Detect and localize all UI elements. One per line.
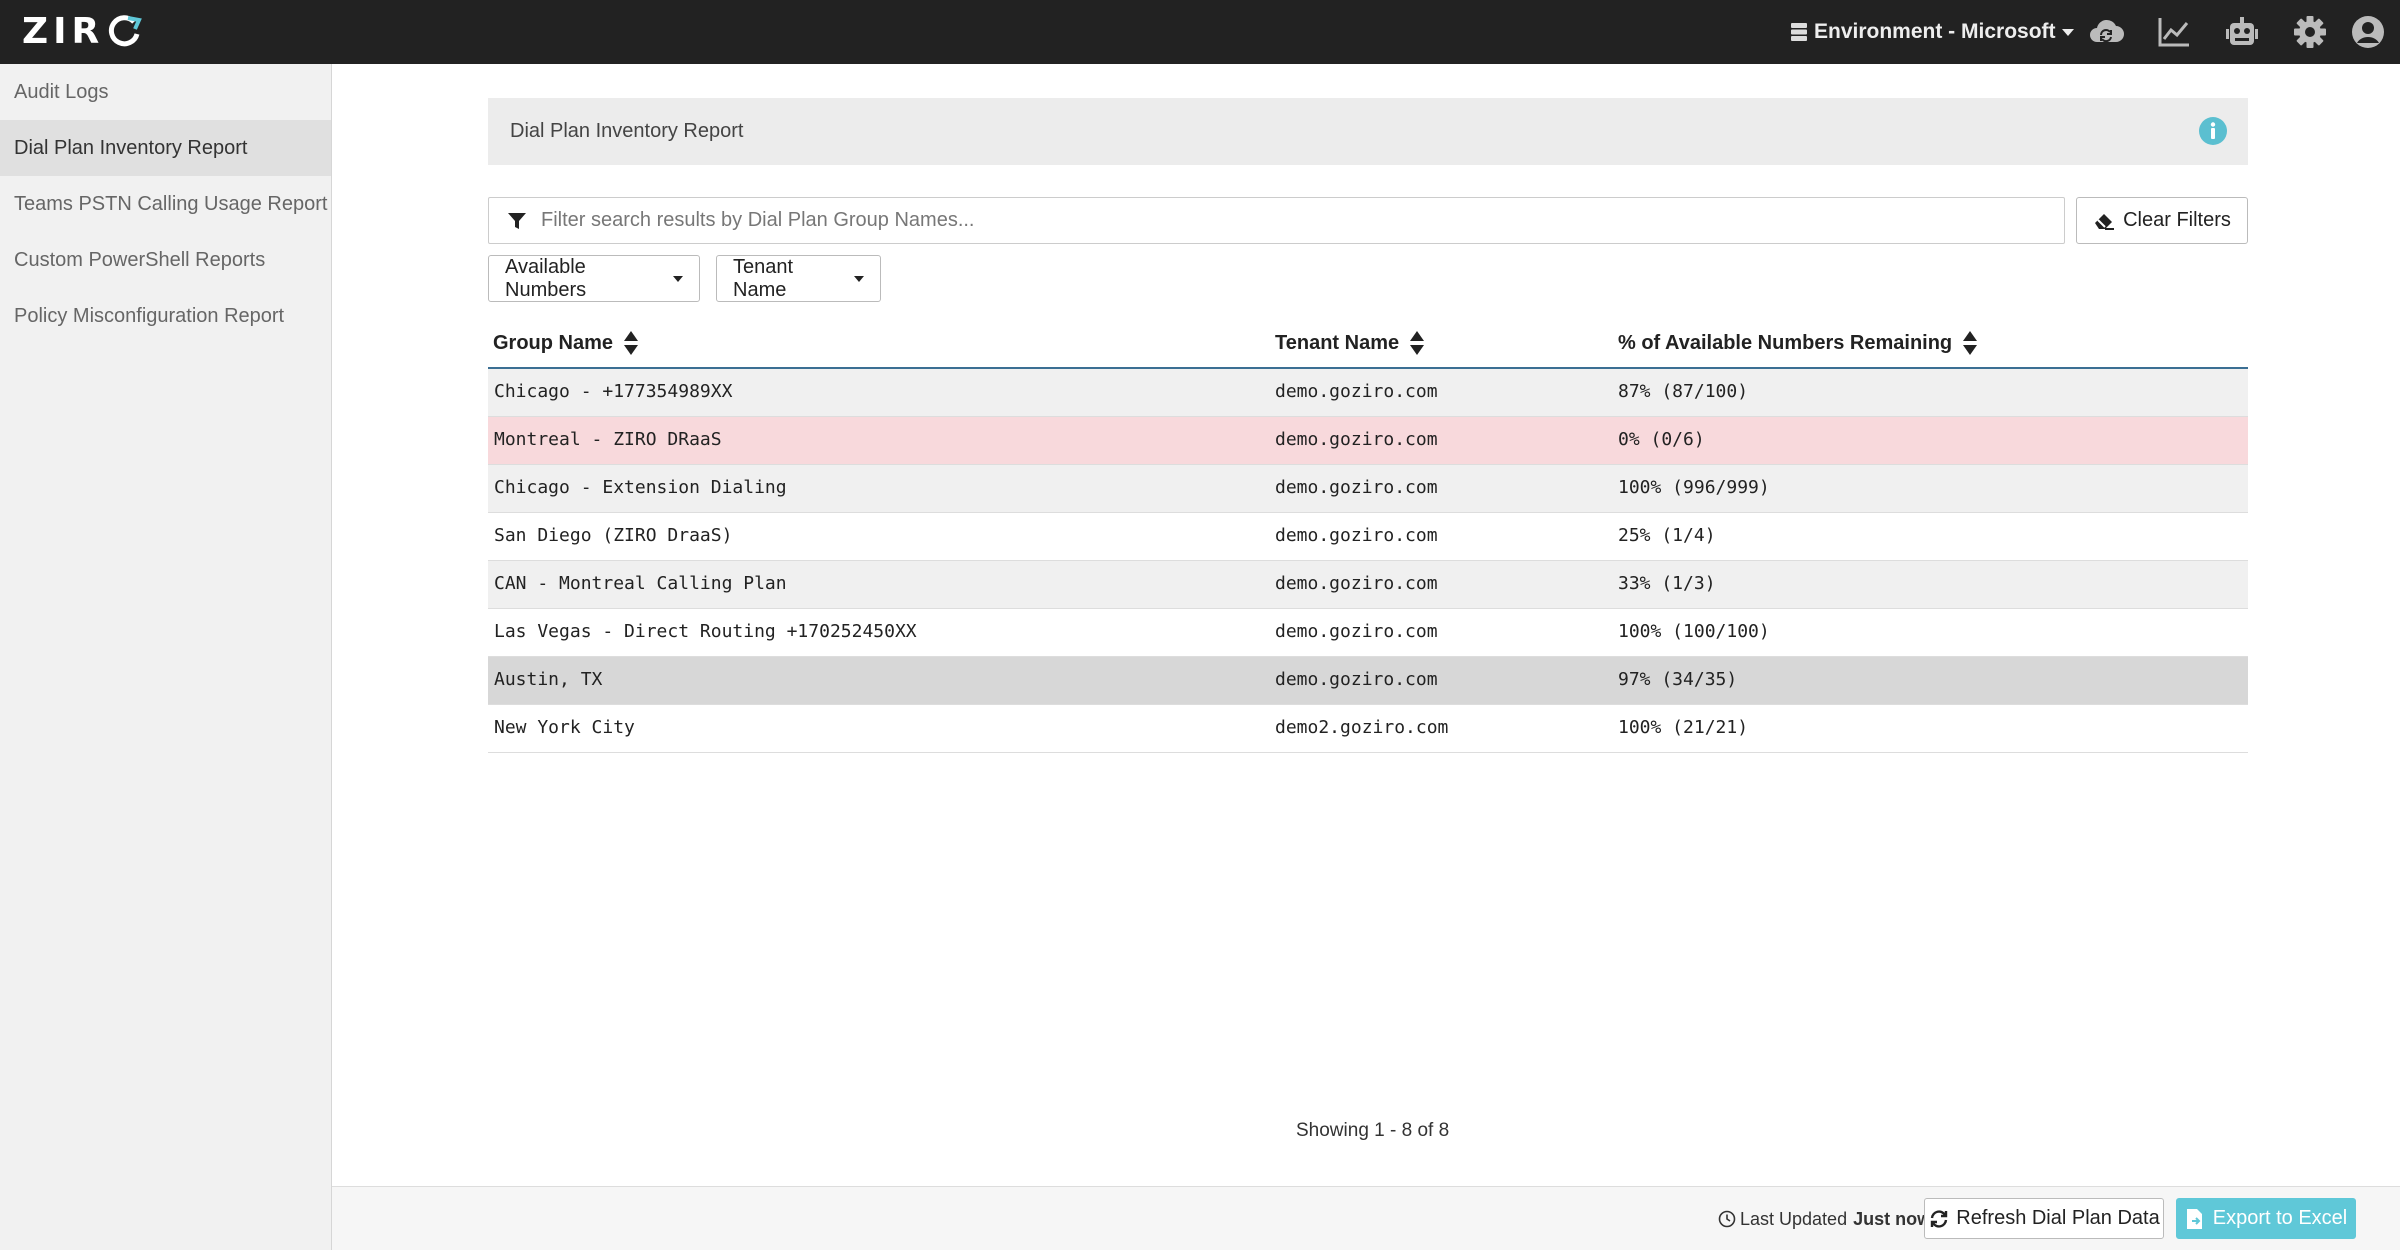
clear-filters-button[interactable]: Clear Filters	[2076, 197, 2248, 244]
sidebar-item-custom-powershell[interactable]: Custom PowerShell Reports	[0, 232, 331, 288]
sort-icon	[1963, 331, 1978, 355]
refresh-dial-plan-button[interactable]: Refresh Dial Plan Data	[1924, 1198, 2164, 1239]
file-export-icon	[2186, 1208, 2202, 1229]
gear-icon[interactable]	[2292, 14, 2328, 50]
available-numbers-dropdown[interactable]: Available Numbers	[488, 255, 700, 302]
cell-group-name: CAN - Montreal Calling Plan	[494, 573, 787, 594]
table-row[interactable]: Chicago - Extension Dialing demo.goziro.…	[488, 465, 2248, 513]
environment-dropdown[interactable]: Environment - Microsoft	[1790, 16, 2074, 48]
column-label: Tenant Name	[1275, 331, 1400, 354]
logo-o-mark	[109, 15, 143, 47]
table-row[interactable]: Montreal - ZIRO DRaaS demo.goziro.com 0%…	[488, 417, 2248, 465]
last-updated-status: Last Updated Just now	[1718, 1187, 1931, 1250]
cell-tenant-name: demo.goziro.com	[1275, 573, 1438, 594]
cell-remaining: 100% (21/21)	[1618, 717, 1749, 738]
column-label: Group Name	[493, 331, 614, 354]
column-header-tenant-name[interactable]: Tenant Name	[1275, 330, 1425, 356]
user-avatar-icon[interactable]	[2350, 14, 2386, 50]
cell-group-name: Austin, TX	[494, 669, 603, 690]
refresh-icon	[1931, 1209, 1948, 1228]
cell-group-name: San Diego (ZIRO DraaS)	[494, 525, 733, 546]
cell-tenant-name: demo.goziro.com	[1275, 381, 1438, 402]
sidebar-item-dial-plan-inventory[interactable]: Dial Plan Inventory Report	[0, 120, 331, 176]
chevron-down-icon	[854, 275, 864, 282]
logo-text: ZIR	[22, 11, 105, 52]
cell-remaining: 100% (996/999)	[1618, 477, 1770, 498]
cell-remaining: 0% (0/6)	[1618, 429, 1705, 450]
ziro-logo[interactable]: ZIR	[22, 11, 143, 52]
table-row[interactable]: Las Vegas - Direct Routing +170252450XX …	[488, 609, 2248, 657]
column-header-group-name[interactable]: Group Name	[493, 330, 639, 356]
cell-tenant-name: demo.goziro.com	[1275, 429, 1438, 450]
page-title: Dial Plan Inventory Report	[510, 120, 744, 142]
table-row[interactable]: CAN - Montreal Calling Plan demo.goziro.…	[488, 561, 2248, 609]
cell-group-name: Chicago - +177354989XX	[494, 381, 733, 402]
sidebar: Audit Logs Dial Plan Inventory Report Te…	[0, 64, 332, 1250]
sort-icon	[1410, 331, 1425, 355]
cell-remaining: 87% (87/100)	[1618, 381, 1749, 402]
sidebar-item-teams-pstn-usage[interactable]: Teams PSTN Calling Usage Report	[0, 176, 331, 232]
report-header: Dial Plan Inventory Report	[488, 98, 2248, 165]
cell-group-name: Chicago - Extension Dialing	[494, 477, 787, 498]
eraser-icon	[2095, 213, 2115, 230]
environment-label: Environment - Microsoft	[1814, 20, 2056, 43]
table-row[interactable]: San Diego (ZIRO DraaS) demo.goziro.com 2…	[488, 513, 2248, 561]
refresh-label: Refresh Dial Plan Data	[1956, 1207, 2160, 1229]
table-row[interactable]: New York City demo2.goziro.com 100% (21/…	[488, 705, 2248, 753]
cell-tenant-name: demo2.goziro.com	[1275, 717, 1449, 738]
cell-tenant-name: demo.goziro.com	[1275, 477, 1438, 498]
clear-filters-label: Clear Filters	[2123, 209, 2231, 231]
cell-tenant-name: demo.goziro.com	[1275, 525, 1438, 546]
sort-icon	[624, 331, 639, 355]
info-icon[interactable]	[2198, 116, 2228, 146]
last-updated-label: Last Updated	[1740, 1208, 1848, 1229]
table-header: Group Name Tenant Name % of Available Nu…	[488, 320, 2248, 369]
top-navbar: ZIR Environment - Microsoft	[0, 0, 2400, 64]
clock-icon	[1718, 1210, 1736, 1228]
cell-group-name: Las Vegas - Direct Routing +170252450XX	[494, 621, 917, 642]
dial-plan-table: Group Name Tenant Name % of Available Nu…	[488, 320, 2248, 753]
cell-group-name: New York City	[494, 717, 635, 738]
column-label: % of Available Numbers Remaining	[1618, 331, 1953, 354]
chevron-down-icon	[2061, 28, 2074, 36]
filter-icon	[508, 212, 526, 229]
sidebar-item-policy-misconfiguration[interactable]: Policy Misconfiguration Report	[0, 288, 331, 344]
cell-tenant-name: demo.goziro.com	[1275, 621, 1438, 642]
cell-remaining: 25% (1/4)	[1618, 525, 1716, 546]
cell-remaining: 97% (34/35)	[1618, 669, 1738, 690]
sidebar-item-audit-logs[interactable]: Audit Logs	[0, 64, 331, 120]
cell-remaining: 100% (100/100)	[1618, 621, 1770, 642]
column-header-remaining[interactable]: % of Available Numbers Remaining	[1618, 330, 1978, 356]
tenant-name-label: Tenant Name	[733, 255, 794, 301]
tenant-name-dropdown[interactable]: Tenant Name	[716, 255, 881, 302]
line-chart-icon[interactable]	[2156, 14, 2192, 50]
cell-remaining: 33% (1/3)	[1618, 573, 1716, 594]
pagination-summary: Showing 1 - 8 of 8	[1296, 1120, 1450, 1141]
cell-group-name: Montreal - ZIRO DRaaS	[494, 429, 722, 450]
server-icon	[1791, 23, 1807, 41]
cell-tenant-name: demo.goziro.com	[1275, 669, 1438, 690]
filter-search-input[interactable]	[541, 209, 2041, 232]
export-label: Export to Excel	[2212, 1207, 2348, 1229]
robot-icon[interactable]	[2224, 14, 2260, 50]
table-row[interactable]: Chicago - +177354989XX demo.goziro.com 8…	[488, 369, 2248, 417]
export-to-excel-button[interactable]: Export to Excel	[2176, 1198, 2356, 1239]
cloud-sync-icon[interactable]	[2088, 14, 2124, 50]
table-row[interactable]: Austin, TX demo.goziro.com 97% (34/35)	[488, 657, 2248, 705]
last-updated-value: Just now	[1853, 1208, 1932, 1229]
chevron-down-icon	[673, 275, 683, 282]
available-numbers-label: Available Numbers	[505, 255, 587, 301]
filter-search-box[interactable]	[488, 197, 2065, 244]
